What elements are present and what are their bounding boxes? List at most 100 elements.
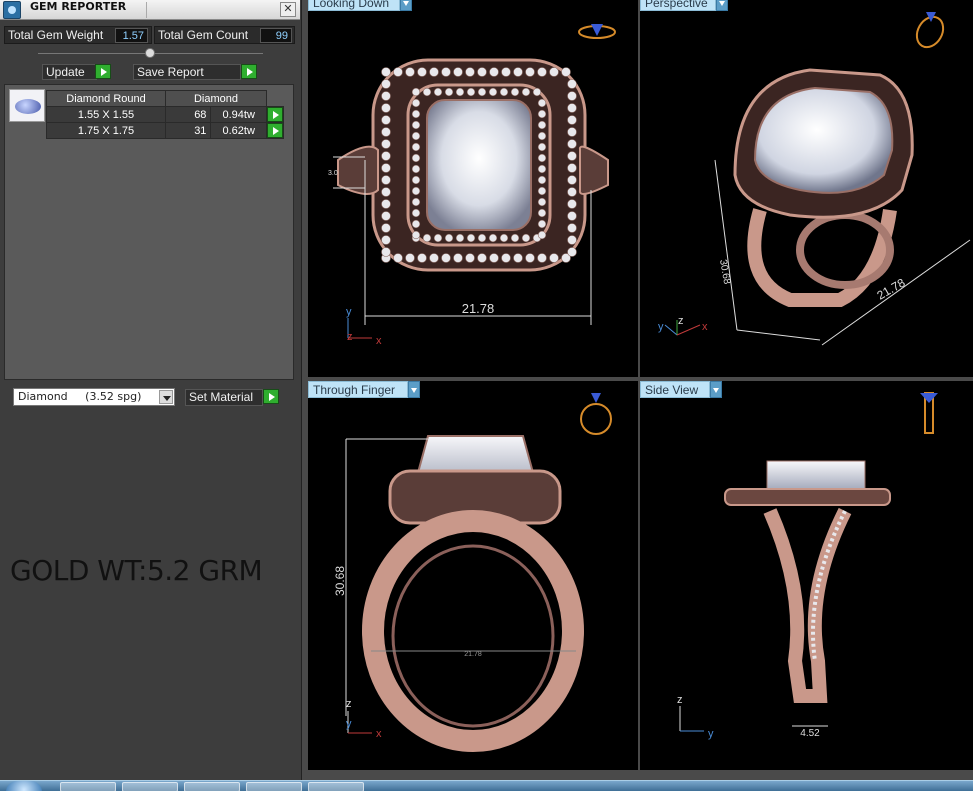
row-go-cell [266, 106, 284, 123]
dimension-ext-a [736, 329, 821, 341]
halo-stone [381, 91, 391, 101]
chevron-down-icon[interactable] [710, 381, 722, 398]
table-row[interactable]: 1.55 X 1.55 68 0.94tw [46, 106, 284, 123]
halo-stone [381, 235, 391, 245]
viewport-through-finger[interactable]: Through Finger 30.68 21.78 z y x [308, 381, 638, 770]
dimension-line-a [714, 159, 738, 331]
dimension-value: 4.52 [800, 728, 820, 739]
save-report-button[interactable]: Save Report [133, 64, 241, 80]
taskbar-item[interactable] [308, 782, 364, 791]
halo-stone [444, 87, 454, 97]
halo-stone [381, 67, 391, 77]
set-material-play-arrow-icon[interactable] [263, 389, 279, 404]
viewport-looking-down[interactable]: Looking Down 21.78 3.0 y z x [308, 0, 638, 377]
halo-stone [417, 67, 427, 77]
chevron-down-icon[interactable] [716, 0, 728, 11]
ring-render-perspective: 21.78 30.68 y z x [658, 12, 971, 346]
halo-stone [510, 87, 520, 97]
taskbar-item[interactable] [122, 782, 178, 791]
chevron-down-icon[interactable] [408, 381, 420, 398]
axis-z-label: z [677, 694, 683, 706]
viewport-title: Perspective [645, 0, 708, 10]
axis-gizmo: y z x [658, 315, 708, 336]
taskbar-item[interactable] [246, 782, 302, 791]
halo-stone [455, 87, 465, 97]
ring-orientation-icon [920, 392, 938, 434]
halo-stone [489, 253, 499, 263]
splitter-handle[interactable] [145, 48, 155, 58]
viewport-perspective[interactable]: Perspective 21.78 30.68 y z x [640, 0, 973, 377]
gem-size: 1.75 X 1.75 [46, 122, 166, 139]
halo-stone [381, 127, 391, 137]
halo-stone [537, 142, 547, 152]
update-play-arrow-icon[interactable] [95, 64, 111, 79]
halo-stone [510, 233, 520, 243]
halo-stone [411, 98, 421, 108]
gem-size: 1.55 X 1.55 [46, 106, 166, 123]
gem-count: 68 [164, 106, 212, 123]
viewport-side-view[interactable]: Side View 4.52 z y [640, 381, 973, 770]
center-stone [766, 460, 866, 492]
halo-stone [537, 109, 547, 119]
halo-stone [429, 67, 439, 77]
halo-stone [466, 87, 476, 97]
axis-gizmo: y z x [346, 306, 382, 347]
halo-stone [422, 233, 432, 243]
halo-stone [537, 67, 547, 77]
halo-stone [381, 139, 391, 149]
halo-stone [537, 208, 547, 218]
save-report-play-arrow-icon[interactable] [241, 64, 257, 79]
table-row[interactable]: 1.75 X 1.75 31 0.62tw [46, 122, 284, 139]
halo-stone [501, 253, 511, 263]
shank-left [337, 145, 379, 195]
axis-gizmo: z y [677, 694, 714, 740]
close-button[interactable]: ✕ [280, 2, 296, 17]
viewport-title-tab[interactable]: Side View [640, 381, 710, 398]
material-select[interactable]: Diamond (3.52 spg) [13, 388, 175, 406]
title-bar[interactable]: GEM REPORTER ✕ [0, 0, 300, 20]
taskbar [0, 780, 973, 791]
taskbar-item[interactable] [184, 782, 240, 791]
start-button[interactable] [6, 781, 42, 791]
halo-stone [381, 247, 391, 257]
halo-stone [465, 67, 475, 77]
chevron-down-icon[interactable] [400, 0, 412, 11]
window-title: GEM REPORTER [30, 0, 127, 13]
ring-render-side: 4.52 z y [677, 392, 938, 740]
halo-stone [381, 163, 391, 173]
select-row-play-arrow-icon[interactable] [267, 107, 283, 122]
halo-stone [411, 87, 421, 97]
halo-stone [411, 120, 421, 130]
taskbar-item[interactable] [60, 782, 116, 791]
halo-stone [537, 153, 547, 163]
update-button[interactable]: Update [42, 64, 97, 80]
select-row-play-arrow-icon[interactable] [267, 123, 283, 138]
set-material-button[interactable]: Set Material [185, 389, 263, 406]
halo-stone [567, 163, 577, 173]
app-root: GEM REPORTER ✕ Total Gem Weight 1.57 Tot… [0, 0, 973, 791]
viewport-title-tab[interactable]: Looking Down [308, 0, 400, 11]
viewport-title-tab[interactable]: Through Finger [308, 381, 408, 398]
halo-stone [417, 253, 427, 263]
viewport-title: Through Finger [313, 383, 396, 397]
total-gem-weight-text: Total Gem Weight [8, 28, 104, 42]
dimension-value: 21.78 [462, 301, 495, 316]
halo-stone [405, 67, 415, 77]
halo-stone [567, 103, 577, 113]
halo-stone [381, 199, 391, 209]
halo-stone [537, 120, 547, 130]
halo-stone [567, 91, 577, 101]
halo-stone [411, 153, 421, 163]
halo-stone [477, 253, 487, 263]
axis-y-label: y [346, 718, 352, 730]
axis-y-label: y [346, 306, 352, 318]
halo-stone [521, 87, 531, 97]
halo-stone [537, 253, 547, 263]
axis-z-label: z [678, 315, 684, 327]
axis-y-label: y [708, 728, 714, 740]
halo-stone [567, 127, 577, 137]
halo-stone [549, 67, 559, 77]
viewport-title-tab[interactable]: Perspective [640, 0, 716, 11]
chevron-down-icon[interactable] [159, 390, 173, 404]
halo-stone [567, 199, 577, 209]
